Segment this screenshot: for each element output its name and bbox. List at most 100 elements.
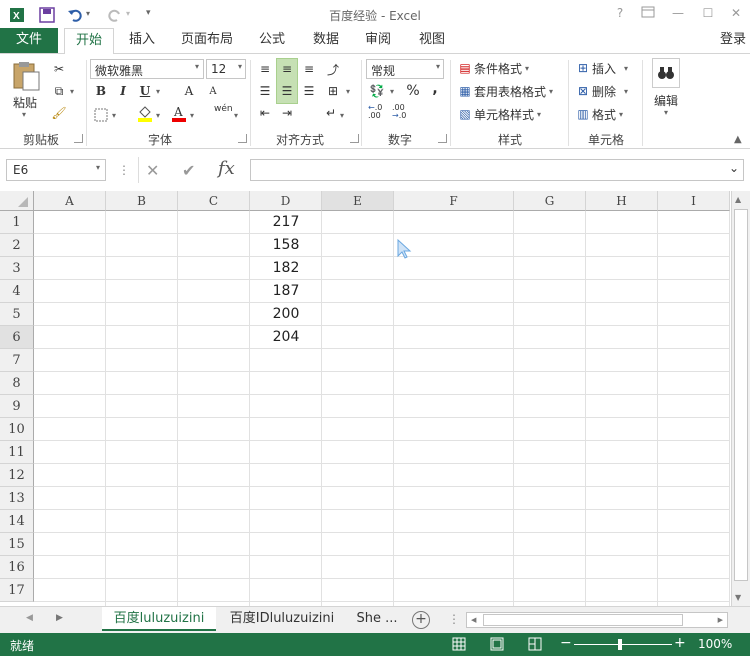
row-header-17[interactable]: 17 [0, 579, 34, 602]
sheet-tab-2[interactable]: 百度IDluluzuizini [222, 607, 342, 631]
page-layout-view-icon[interactable] [490, 637, 504, 654]
binoculars-icon[interactable] [652, 58, 680, 88]
row-header-8[interactable]: 8 [0, 372, 34, 395]
phonetic-button[interactable]: wén [214, 104, 233, 114]
row-header-2[interactable]: 2 [0, 234, 34, 257]
currency-icon[interactable]: 💱 [368, 82, 386, 100]
column-header-i[interactable]: I [658, 191, 730, 211]
align-middle-icon[interactable]: ≡ [278, 60, 296, 78]
expand-formula-icon[interactable]: ⌄ [729, 161, 739, 175]
column-header-f[interactable]: F [394, 191, 514, 211]
align-center-icon[interactable]: ☰ [278, 82, 296, 100]
row-header-4[interactable]: 4 [0, 280, 34, 303]
underline-button[interactable]: U [136, 82, 154, 100]
tab-file[interactable]: 文件 [0, 28, 58, 54]
align-bottom-icon[interactable]: ≡ [300, 60, 318, 78]
column-header-b[interactable]: B [106, 191, 178, 211]
paste-label[interactable]: 粘贴 [13, 94, 37, 111]
column-header-c[interactable]: C [178, 191, 250, 211]
bold-button[interactable]: B [92, 82, 110, 100]
zoom-in-button[interactable]: + [674, 635, 686, 651]
cell-d1[interactable]: 217 [250, 214, 322, 230]
row-header-6[interactable]: 6 [0, 326, 34, 349]
italic-button[interactable]: I [114, 82, 132, 100]
scroll-up-icon[interactable]: ▲ [735, 195, 741, 204]
copy-dropdown-icon[interactable]: ▾ [70, 87, 74, 96]
name-box[interactable]: E6 ▾ [6, 159, 106, 181]
clipboard-launcher-icon[interactable] [74, 134, 83, 143]
conditional-format-button[interactable]: ▤ 条件格式 ▾ [456, 59, 529, 77]
row-header-12[interactable]: 12 [0, 464, 34, 487]
increase-decimal-button[interactable]: ←.0.00 [368, 104, 382, 120]
increase-indent-icon[interactable]: ⇥ [278, 104, 296, 122]
vertical-scrollbar[interactable]: ▲ ▼ [731, 191, 750, 606]
tab-review[interactable]: 审阅 [356, 28, 400, 54]
row-header-10[interactable]: 10 [0, 418, 34, 441]
font-name-select[interactable]: 微软雅黑 ▾ [90, 59, 204, 79]
cell-styles-button[interactable]: ▧ 单元格样式 ▾ [456, 105, 541, 123]
minimize-icon[interactable]: — [668, 6, 688, 24]
merge-dropdown-icon[interactable]: ▾ [346, 87, 350, 96]
page-break-view-icon[interactable] [528, 637, 542, 654]
row-header-16[interactable]: 16 [0, 556, 34, 579]
font-color-icon[interactable]: A [170, 104, 188, 122]
ribbon-display-icon[interactable] [638, 6, 658, 24]
fill-color-dropdown-icon[interactable]: ▾ [156, 111, 160, 120]
column-header-a[interactable]: A [34, 191, 106, 211]
add-sheet-icon[interactable]: + [412, 611, 430, 629]
next-sheet-icon[interactable]: ▶ [56, 613, 63, 623]
scroll-down-icon[interactable]: ▼ [735, 593, 741, 602]
font-launcher-icon[interactable] [238, 134, 247, 143]
select-all-corner[interactable] [0, 191, 34, 211]
decrease-decimal-button[interactable]: .00 →.0 [392, 104, 406, 120]
border-dropdown-icon[interactable]: ▾ [112, 111, 116, 120]
horizontal-scroll-thumb[interactable] [483, 614, 683, 626]
percent-button[interactable]: % [404, 82, 422, 100]
horizontal-scrollbar[interactable]: ◀ ▶ [466, 612, 728, 628]
tab-view[interactable]: 视图 [410, 28, 454, 54]
zoom-level[interactable]: 100% [698, 637, 732, 651]
font-size-select[interactable]: 12 ▾ [206, 59, 246, 79]
tab-formulas[interactable]: 公式 [250, 28, 294, 54]
row-header-9[interactable]: 9 [0, 395, 34, 418]
decrease-indent-icon[interactable]: ⇤ [256, 104, 274, 122]
zoom-out-button[interactable]: − [560, 635, 572, 651]
row-header-5[interactable]: 5 [0, 303, 34, 326]
format-as-table-button[interactable]: ▦ 套用表格格式 ▾ [456, 82, 553, 100]
maximize-icon[interactable]: ☐ [698, 6, 718, 24]
insert-function-button[interactable]: fx [218, 158, 235, 179]
font-color-dropdown-icon[interactable]: ▾ [190, 111, 194, 120]
help-button[interactable]: ? [610, 6, 630, 24]
confirm-entry-icon[interactable]: ✔ [182, 161, 195, 180]
orientation-icon[interactable]: ⤴ [324, 60, 342, 78]
collapse-ribbon-icon[interactable]: ▲ [734, 134, 742, 145]
scroll-right-icon[interactable]: ▶ [718, 616, 723, 624]
merge-center-icon[interactable]: ⊞ [324, 82, 342, 100]
comma-button[interactable]: , [426, 80, 444, 98]
more-sheets-icon[interactable]: ⋮ [448, 612, 460, 626]
column-header-h[interactable]: H [586, 191, 658, 211]
alignment-launcher-icon[interactable] [350, 134, 359, 143]
number-launcher-icon[interactable] [438, 134, 447, 143]
row-header-3[interactable]: 3 [0, 257, 34, 280]
row-header-13[interactable]: 13 [0, 487, 34, 510]
fill-color-icon[interactable] [136, 104, 154, 122]
formula-input[interactable]: ⌄ [250, 159, 744, 181]
zoom-slider[interactable] [574, 644, 672, 645]
row-header-1[interactable]: 1 [0, 211, 34, 234]
cancel-entry-icon[interactable]: ✕ [146, 161, 159, 180]
underline-dropdown-icon[interactable]: ▾ [156, 87, 160, 96]
editing-button[interactable]: 编辑 [654, 92, 678, 109]
column-header-d[interactable]: D [250, 191, 322, 211]
cell-d3[interactable]: 182 [250, 260, 322, 276]
sign-in-link[interactable]: 登录 [716, 28, 750, 54]
sheet-tab-1[interactable]: 百度luluzuizini [102, 607, 216, 631]
close-icon[interactable]: ✕ [726, 6, 746, 24]
shrink-font-button[interactable]: A [204, 82, 222, 100]
cell-d6[interactable]: 204 [250, 329, 322, 345]
row-header-11[interactable]: 11 [0, 441, 34, 464]
cell-d4[interactable]: 187 [250, 283, 322, 299]
cut-icon[interactable]: ✂ [50, 60, 68, 78]
column-header-g[interactable]: G [514, 191, 586, 211]
number-format-select[interactable]: 常规 ▾ [366, 59, 444, 79]
